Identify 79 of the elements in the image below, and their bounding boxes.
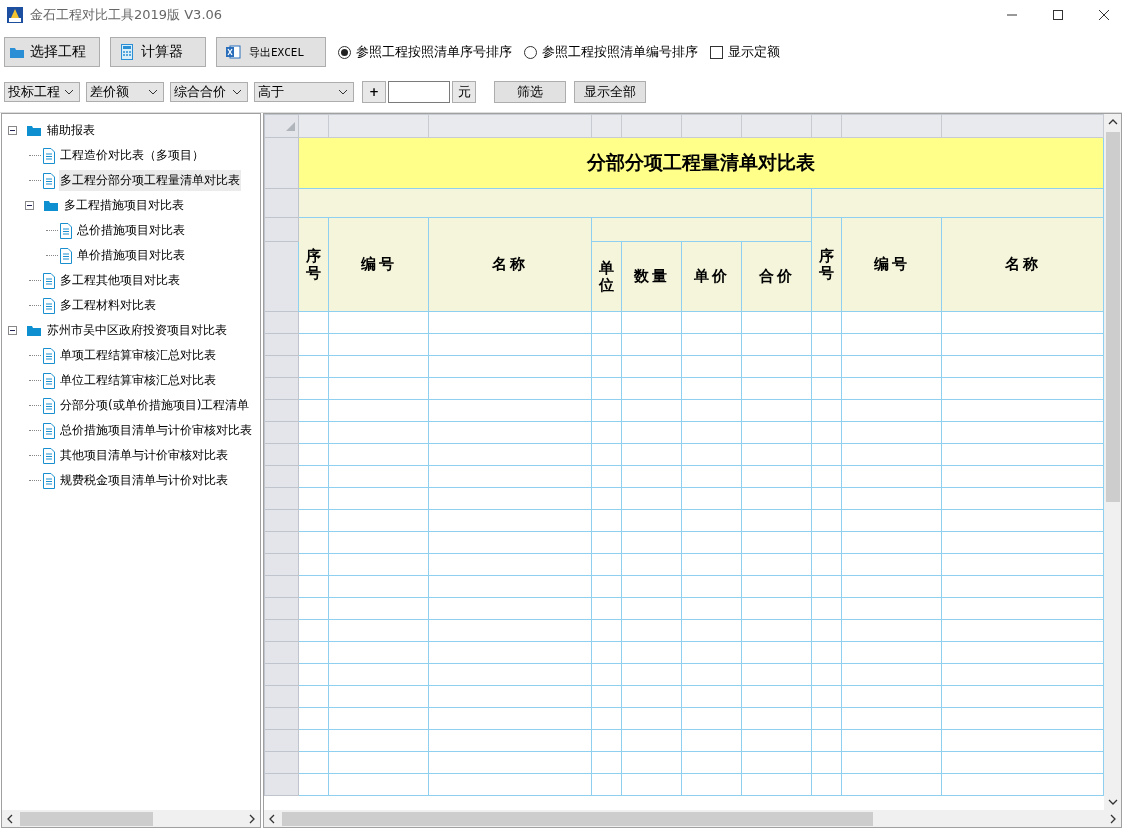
tree-item[interactable]: 分部分项(或单价措施项目)工程清单: [59, 395, 251, 416]
document-icon: [43, 172, 55, 189]
tree-item[interactable]: 工程造价对比表（多项目）: [59, 145, 205, 166]
toolbar-button[interactable]: 导出EXCEL: [216, 37, 326, 67]
document-icon: [60, 247, 72, 264]
document-icon: [43, 297, 55, 314]
show-quota-checkbox[interactable]: 显示定额: [710, 43, 780, 61]
document-icon: [43, 347, 55, 364]
scroll-down-icon[interactable]: [1107, 798, 1118, 806]
chevron-down-icon: [338, 89, 348, 95]
document-icon: [43, 372, 55, 389]
tree-item[interactable]: 苏州市吴中区政府投资项目对比表: [46, 320, 228, 341]
filter-button[interactable]: 显示全部: [574, 81, 646, 103]
column-header: 序号: [811, 217, 842, 312]
scroll-right-icon[interactable]: [248, 813, 256, 824]
tree-item[interactable]: 总价措施项目清单与计价审核对比表: [59, 420, 253, 441]
table-title: 分部分项工程量清单对比表: [298, 137, 1104, 189]
column-header: 单价: [681, 241, 742, 312]
folder-icon: [26, 324, 42, 337]
tree-item[interactable]: 单项工程结算审核汇总对比表: [59, 345, 217, 366]
folder-icon: [26, 124, 42, 137]
document-icon: [43, 147, 55, 164]
tree-item[interactable]: 多工程其他项目对比表: [59, 270, 181, 291]
collapse-toggle-icon[interactable]: [8, 323, 17, 338]
column-header: 数量: [621, 241, 682, 312]
folder-icon: [43, 199, 59, 212]
toolbar-button[interactable]: 选择工程: [4, 37, 100, 67]
scroll-left-icon[interactable]: [6, 813, 14, 824]
tree-item[interactable]: 多工程材料对比表: [59, 295, 157, 316]
filter-dropdown[interactable]: 投标工程: [4, 82, 80, 102]
scroll-up-icon[interactable]: [1107, 118, 1118, 126]
filter-dropdown[interactable]: 差价额: [86, 82, 164, 102]
column-header: 名称: [941, 217, 1104, 312]
scroll-right-icon[interactable]: [1109, 813, 1117, 824]
sign-button[interactable]: +: [362, 81, 386, 103]
column-header: 编号: [841, 217, 942, 312]
collapse-toggle-icon[interactable]: [8, 123, 17, 138]
tree-item[interactable]: 总价措施项目对比表: [76, 220, 186, 241]
spreadsheet-icon: [225, 44, 241, 60]
document-icon: [43, 422, 55, 439]
chevron-down-icon: [148, 89, 158, 95]
tree-item[interactable]: 多工程措施项目对比表: [63, 195, 185, 216]
unit-button[interactable]: 元: [452, 81, 476, 103]
tree-item[interactable]: 规费税金项目清单与计价对比表: [59, 470, 229, 491]
sort-radio-option[interactable]: 参照工程按照清单编号排序: [524, 43, 698, 61]
document-icon: [43, 272, 55, 289]
chevron-down-icon: [232, 89, 242, 95]
filter-dropdown[interactable]: 综合合价: [170, 82, 248, 102]
app-logo-icon: [6, 6, 24, 24]
tree-item[interactable]: 其他项目清单与计价审核对比表: [59, 445, 229, 466]
column-header: 编号: [328, 217, 429, 312]
column-header: 单位: [591, 241, 622, 312]
document-icon: [43, 397, 55, 414]
maximize-icon[interactable]: [1052, 9, 1064, 21]
calculator-icon: [121, 44, 133, 60]
collapse-toggle-icon[interactable]: [25, 198, 34, 213]
sort-radio-option[interactable]: 参照工程按照清单序号排序: [338, 43, 512, 61]
toolbar-button[interactable]: 计算器: [110, 37, 206, 67]
chevron-down-icon: [64, 89, 74, 95]
document-icon: [60, 222, 72, 239]
column-header: 名称: [428, 217, 592, 312]
document-icon: [43, 447, 55, 464]
horizontal-scrollbar[interactable]: [2, 810, 260, 827]
column-header: 合价: [741, 241, 812, 312]
tree-item[interactable]: 辅助报表: [46, 120, 96, 141]
horizontal-scrollbar[interactable]: [264, 810, 1121, 827]
amount-field[interactable]: [388, 81, 450, 103]
tree-item[interactable]: 多工程分部分项工程量清单对比表: [59, 170, 241, 191]
filter-button[interactable]: 筛选: [494, 81, 566, 103]
window-title: 金石工程对比工具2019版 V3.06: [30, 6, 223, 24]
scroll-left-icon[interactable]: [268, 813, 276, 824]
tree-item[interactable]: 单价措施项目对比表: [76, 245, 186, 266]
column-header: 序号: [298, 217, 329, 312]
close-icon[interactable]: [1098, 9, 1110, 21]
folder-icon: [9, 45, 25, 59]
vertical-scrollbar[interactable]: [1104, 114, 1121, 810]
filter-dropdown[interactable]: 高于: [254, 82, 354, 102]
tree-item[interactable]: 单位工程结算审核汇总对比表: [59, 370, 217, 391]
document-icon: [43, 472, 55, 489]
